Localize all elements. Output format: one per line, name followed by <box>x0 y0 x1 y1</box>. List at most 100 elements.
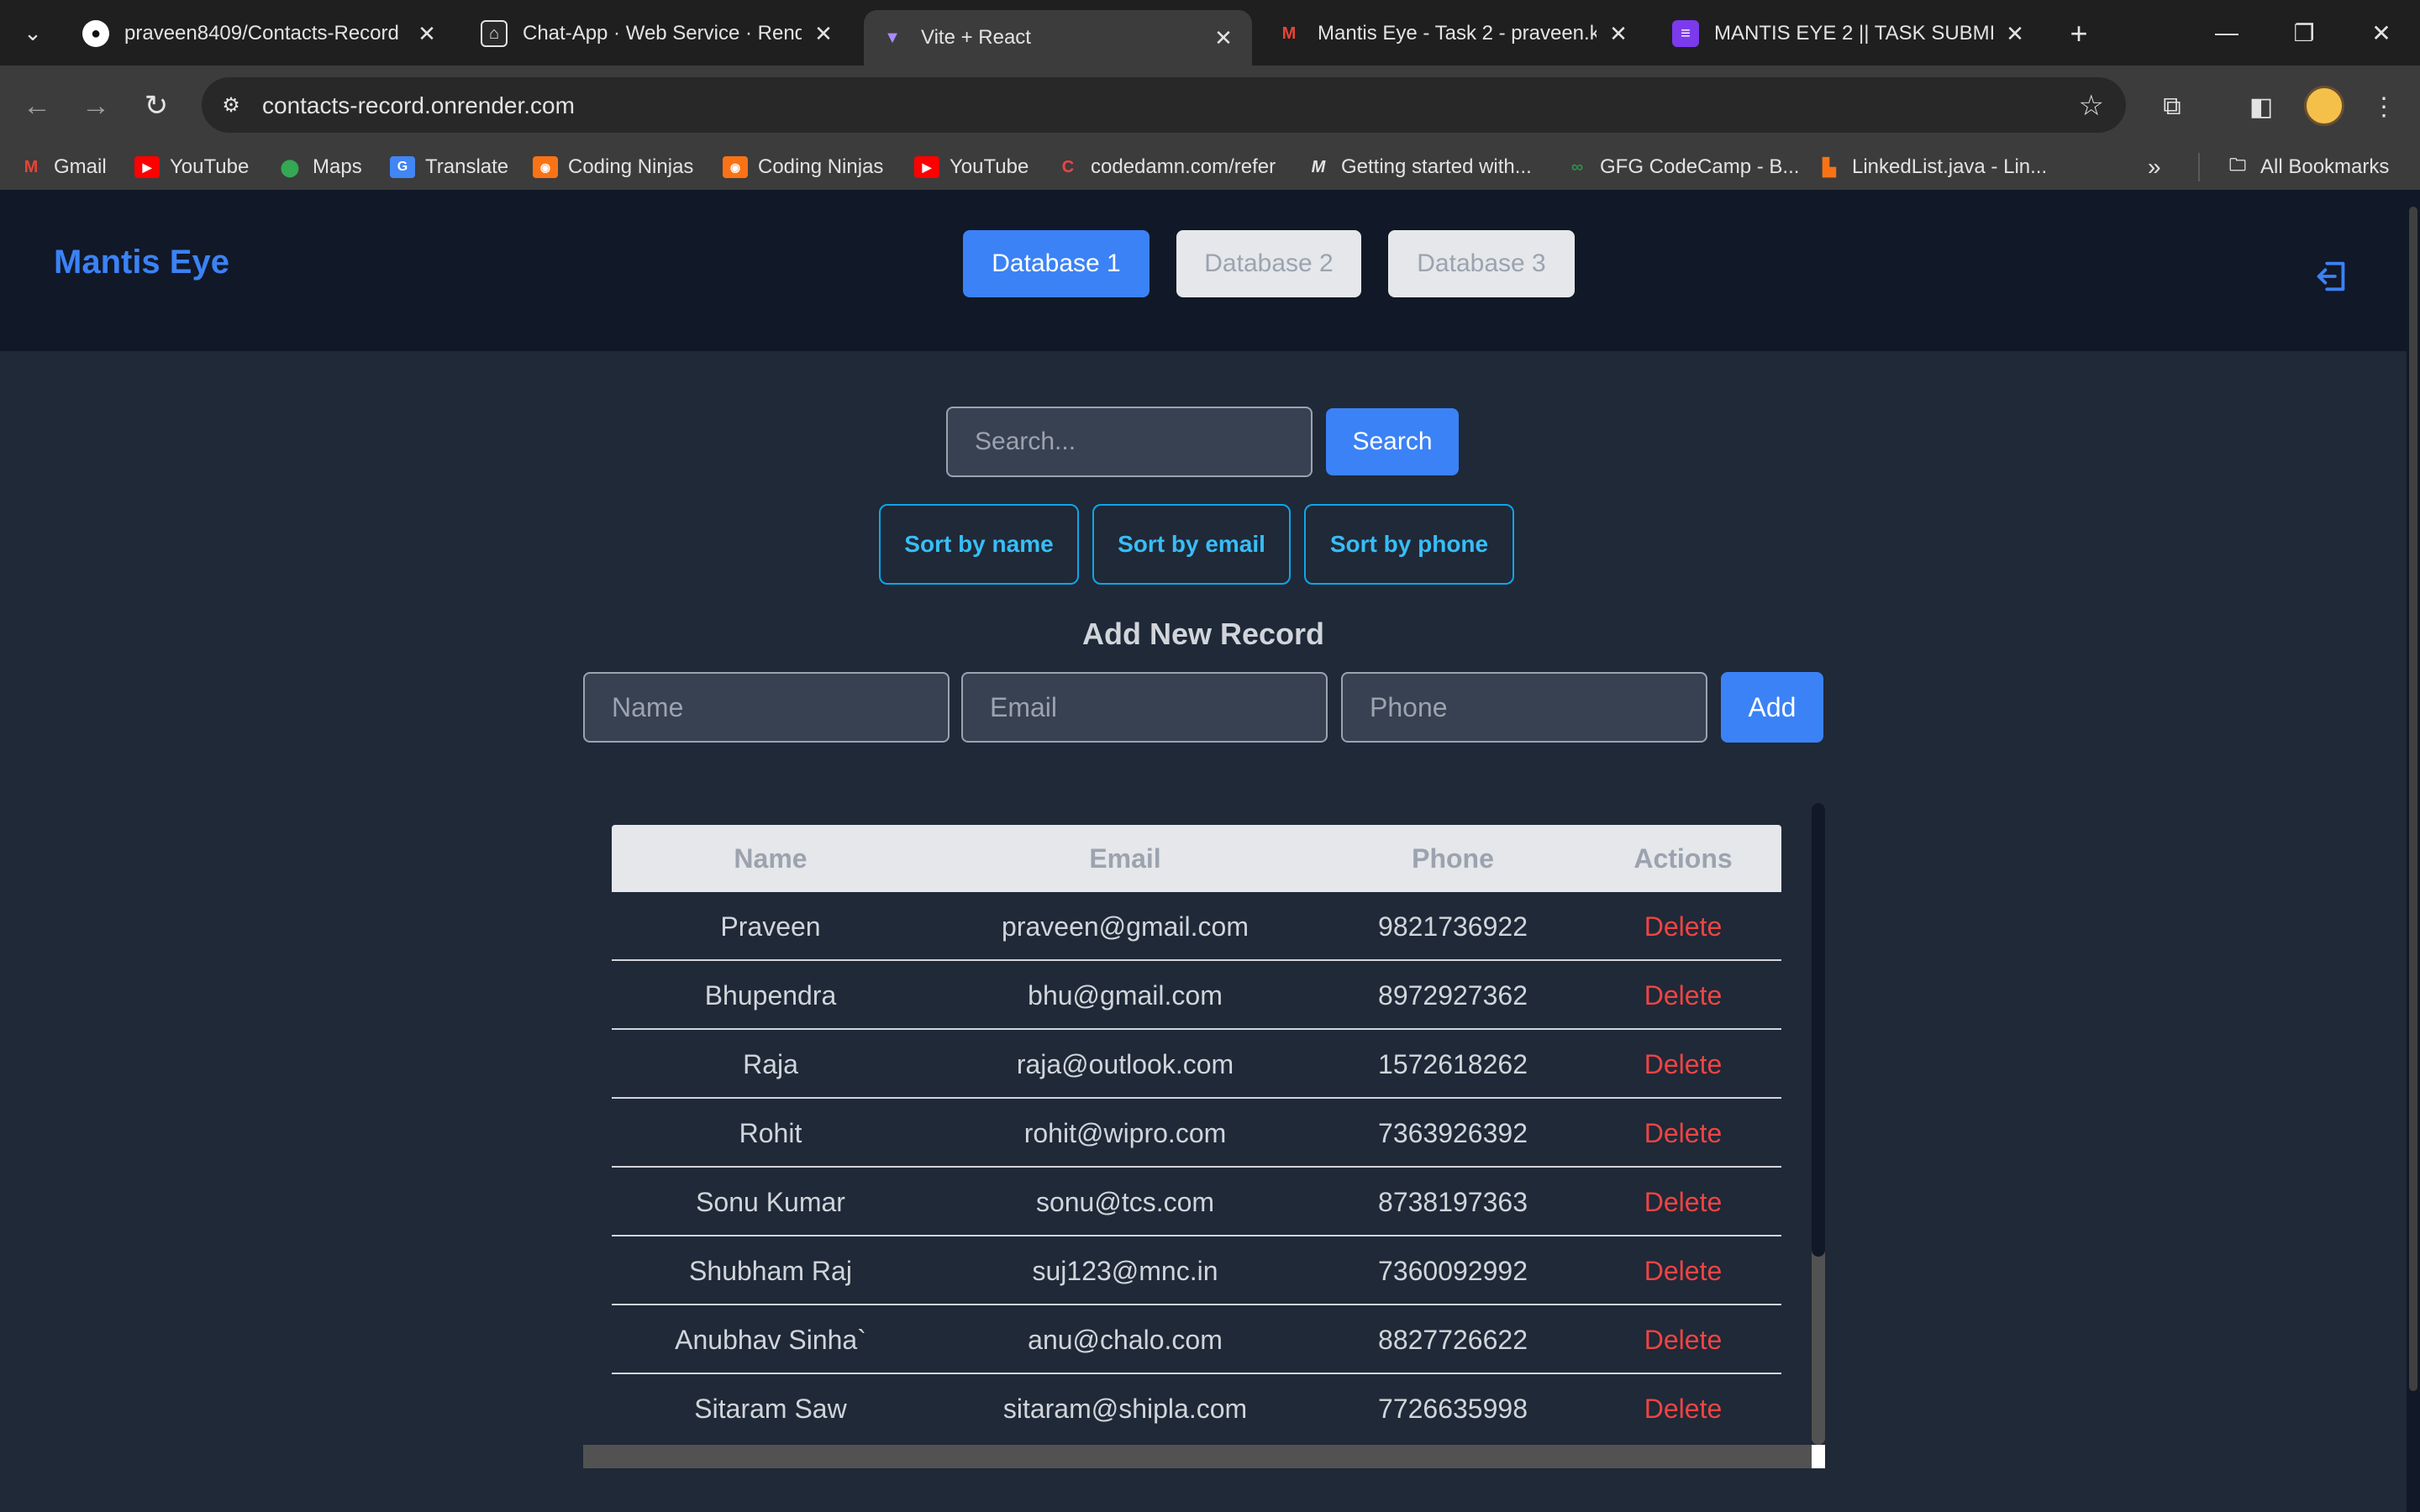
bookmark-linkedlist[interactable]: ▙ LinkedList.java - Lin... <box>1817 153 2047 181</box>
name-field[interactable] <box>583 672 950 743</box>
cell-name: Raja <box>743 1048 798 1079</box>
cell-phone: 8972927362 <box>1378 979 1528 1011</box>
table-header: Name Email Phone Actions <box>612 825 1781 892</box>
cell-phone: 7363926392 <box>1378 1117 1528 1148</box>
bookmark-youtube-2[interactable]: ▶ YouTube <box>914 153 1028 181</box>
profile-avatar[interactable] <box>2304 86 2344 126</box>
delete-button[interactable]: Delete <box>1585 892 1781 961</box>
cell-name: Anubhav Sinha` <box>675 1324 866 1355</box>
delete-button[interactable]: Delete <box>1585 1374 1781 1443</box>
browser-tab-gmail[interactable]: M Mantis Eye - Task 2 - praveen.k ✕ <box>1260 10 1647 57</box>
all-bookmarks-folder[interactable]: 🗀 All Bookmarks <box>2225 153 2389 181</box>
database-3-tab[interactable]: Database 3 <box>1388 230 1575 297</box>
add-record-title: Add New Record <box>1081 617 1325 651</box>
cell-phone: 7360092992 <box>1378 1255 1528 1286</box>
delete-button[interactable]: Delete <box>1585 961 1781 1030</box>
cell-name: Sitaram Saw <box>694 1393 847 1424</box>
reload-icon[interactable]: ↻ <box>136 86 176 126</box>
address-url[interactable]: contacts-record.onrender.com <box>262 92 575 119</box>
table-row: Raja raja@outlook.com 1572618262 Delete <box>612 1030 1781 1099</box>
close-icon[interactable]: ✕ <box>413 20 440 47</box>
bookmark-gfg[interactable]: ∞ GFG CodeCamp - B... <box>1565 153 1800 181</box>
table-vertical-scrollbar[interactable] <box>1812 795 1825 1467</box>
more-bookmarks-chevron-icon[interactable]: » <box>2148 153 2161 181</box>
browser-tab-github[interactable]: ● praveen8409/Contacts-Record ✕ <box>67 10 455 57</box>
bookmark-medium[interactable]: M Getting started with... <box>1306 153 1532 181</box>
translate-icon: G <box>390 156 415 178</box>
coding-ninjas-icon: ◉ <box>723 156 748 178</box>
side-panel-icon[interactable]: ◧ <box>2242 87 2281 126</box>
delete-button[interactable]: Delete <box>1585 1099 1781 1168</box>
gmail-icon: M <box>24 157 39 176</box>
delete-button[interactable]: Delete <box>1585 1236 1781 1305</box>
bookmark-youtube[interactable]: ▶ YouTube <box>134 153 249 181</box>
logout-icon[interactable] <box>2312 257 2351 296</box>
bookmark-star-icon[interactable]: ☆ <box>2079 89 2104 123</box>
close-icon[interactable]: ✕ <box>1605 20 1632 47</box>
forward-arrow-icon[interactable]: → <box>76 86 116 126</box>
back-arrow-icon[interactable]: ← <box>17 86 57 126</box>
tab-title: praveen8409/Contacts-Record <box>124 22 399 45</box>
page-scrollbar-thumb[interactable] <box>2409 207 2417 1391</box>
tab-search-chevron-icon[interactable]: ⌄ <box>15 15 50 50</box>
new-tab-plus-icon[interactable]: + <box>2060 15 2097 52</box>
email-field[interactable] <box>961 672 1328 743</box>
table-horizontal-scrollbar[interactable] <box>583 1445 1812 1468</box>
bookmark-coding-ninjas[interactable]: ◉ Coding Ninjas <box>533 153 693 181</box>
contacts-table: Name Email Phone Actions Praveen praveen… <box>583 795 1825 1468</box>
bookmark-label: Translate <box>425 155 509 178</box>
search-button[interactable]: Search <box>1326 408 1459 475</box>
browser-tab-forms[interactable]: ≡ MANTIS EYE 2 || TASK SUBMISSION ✕ <box>1657 10 2044 57</box>
file-icon: ▙ <box>1823 158 1836 177</box>
extensions-icon[interactable]: ⧉ <box>2153 87 2191 126</box>
maps-icon: ⬤ <box>280 158 300 177</box>
bookmark-translate[interactable]: G Translate <box>390 153 508 181</box>
delete-button[interactable]: Delete <box>1585 1168 1781 1236</box>
bookmark-label: LinkedList.java - Lin... <box>1852 155 2048 178</box>
delete-button[interactable]: Delete <box>1585 1305 1781 1374</box>
bookmark-label: Coding Ninjas <box>758 155 884 178</box>
bookmark-coding-ninjas-2[interactable]: ◉ Coding Ninjas <box>723 153 883 181</box>
delete-button[interactable]: Delete <box>1585 1030 1781 1099</box>
column-header-phone: Phone <box>1412 843 1494 874</box>
bookmark-codedamn[interactable]: Ccodedamn.com/refer <box>1055 153 1276 181</box>
bookmark-label: Gmail <box>54 155 107 178</box>
table-row: Rohit rohit@wipro.com 7363926392 Delete <box>612 1099 1781 1168</box>
close-icon[interactable]: ✕ <box>2002 20 2028 47</box>
add-record-button[interactable]: Add <box>1721 672 1823 743</box>
sort-by-name-button[interactable]: Sort by name <box>879 504 1079 585</box>
page-scrollbar[interactable] <box>2407 190 2420 1512</box>
render-icon: ⌂ <box>481 20 508 47</box>
sort-by-phone-button[interactable]: Sort by phone <box>1304 504 1514 585</box>
cell-phone: 9821736922 <box>1378 911 1528 942</box>
search-input[interactable] <box>946 407 1313 477</box>
cell-name: Praveen <box>720 911 821 942</box>
brand-logo[interactable]: Mantis Eye <box>54 244 229 281</box>
minimize-icon[interactable]: — <box>2202 12 2252 54</box>
menu-kebab-icon[interactable]: ⋮ <box>2365 87 2403 126</box>
medium-icon: M <box>1311 157 1326 176</box>
close-icon[interactable]: ✕ <box>810 20 837 47</box>
bookmark-label: Coding Ninjas <box>568 155 694 178</box>
database-1-tab[interactable]: Database 1 <box>963 230 1150 297</box>
cell-name: Rohit <box>739 1117 802 1148</box>
restore-icon[interactable]: ❐ <box>2279 12 2329 54</box>
codedamn-icon: C <box>1061 157 1075 176</box>
browser-tab-render[interactable]: ⌂ Chat-App · Web Service · Render ✕ <box>466 10 852 57</box>
database-2-tab[interactable]: Database 2 <box>1176 230 1361 297</box>
cell-email: raja@outlook.com <box>1016 1048 1234 1079</box>
bookmark-gmail[interactable]: M Gmail <box>18 153 107 181</box>
table-row: Praveen praveen@gmail.com 9821736922 Del… <box>612 892 1781 961</box>
scrollbar-thumb[interactable] <box>1812 803 1825 1257</box>
phone-field[interactable] <box>1341 672 1707 743</box>
window-close-icon[interactable]: ✕ <box>2356 12 2407 54</box>
bookmark-label: Maps <box>313 155 362 178</box>
cell-phone: 8827726622 <box>1378 1324 1528 1355</box>
browser-tab-vite[interactable]: ▼ Vite + React ✕ <box>864 10 1252 66</box>
sort-by-email-button[interactable]: Sort by email <box>1092 504 1291 585</box>
site-info-icon[interactable]: ⚙ <box>217 91 245 119</box>
bookmark-maps[interactable]: ⬤ Maps <box>277 153 362 181</box>
close-icon[interactable]: ✕ <box>1210 24 1237 51</box>
cell-email: anu@chalo.com <box>1028 1324 1223 1355</box>
address-bar[interactable]: ⚙ contacts-record.onrender.com ☆ <box>202 77 2126 133</box>
